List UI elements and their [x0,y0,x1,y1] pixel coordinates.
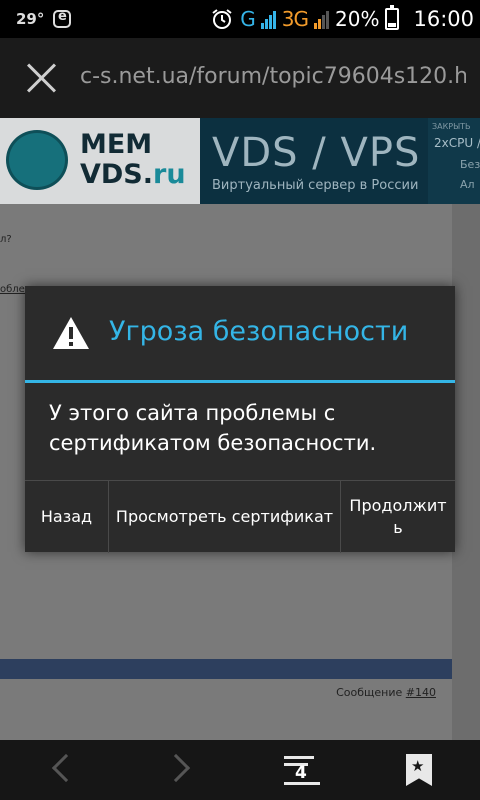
logo-line-1: MEM [80,129,153,160]
bottom-toolbar: 4 [0,740,480,800]
forward-arrow-icon[interactable] [161,753,191,783]
logo-line-2: VDS.ru [80,160,186,190]
message-prefix: Сообщение [336,686,406,699]
dialog-title-divider [25,380,455,383]
view-certificate-button[interactable]: Просмотреть сертификат [109,481,341,553]
message-number: Сообщение #140 [336,686,436,699]
brain-icon [6,130,68,190]
banner-side-line-2: Без [460,158,480,171]
clock: 16:00 [413,7,474,31]
warning-icon [53,317,89,349]
signal-icon [314,9,330,29]
dialog-title: Угроза безопасности [109,316,409,347]
app-e-icon [53,9,71,28]
tabs-button[interactable]: 4 [280,754,324,788]
status-bar: 29° G 3G 20% 16:00 [0,0,480,38]
alarm-icon [212,9,232,29]
bookmark-icon[interactable] [406,754,432,786]
logo-line-2-main: VDS. [80,159,154,190]
message-link[interactable]: #140 [406,686,436,699]
dialog-message: У этого сайта проблемы с сертификатом бе… [49,401,377,455]
banner-side-line-3: Ал [460,178,475,191]
logo-text: MEM VDS.ru [80,130,186,190]
continue-button[interactable]: Продолжить [341,481,455,553]
banner-title: VDS / VPS [212,130,421,176]
signal-icon [260,9,276,29]
banner-subtitle: Виртуальный сервер в России [212,178,419,193]
back-arrow-icon[interactable] [51,753,81,783]
dialog-header: Угроза безопасности [25,286,455,382]
logo-line-2-suffix: ru [153,159,186,190]
banner-side-line-1: 2xCPU / [434,136,480,150]
url-field[interactable]: c-s.net.ua/forum/topic79604s120.ht [80,64,466,89]
ad-banner[interactable]: MEM VDS.ru VDS / VPS Виртуальный сервер … [0,118,480,204]
battery-percent: 20% [335,7,380,31]
dialog-buttons: Назад Просмотреть сертификат Продолжить [25,480,455,553]
url-bar: c-s.net.ua/forum/topic79604s120.ht [0,38,480,118]
back-button[interactable]: Назад [25,481,109,553]
network-type-3g: 3G [281,7,309,31]
banner-logo: MEM VDS.ru [0,118,200,204]
security-warning-dialog: Угроза безопасности У этого сайта пробле… [25,286,455,553]
battery-icon [385,5,400,30]
weather-temperature: 29° [16,10,45,28]
status-icons: G 3G 20% 16:00 [210,5,474,32]
close-icon[interactable] [26,62,58,94]
post-divider [0,659,452,679]
network-type-g: G [240,7,255,31]
forum-text-fragment: л? [0,234,12,245]
tabs-count: 4 [295,763,307,783]
banner-close-link[interactable]: ЗАКРЫТЬ [432,122,471,131]
tabs-icon [284,756,314,759]
